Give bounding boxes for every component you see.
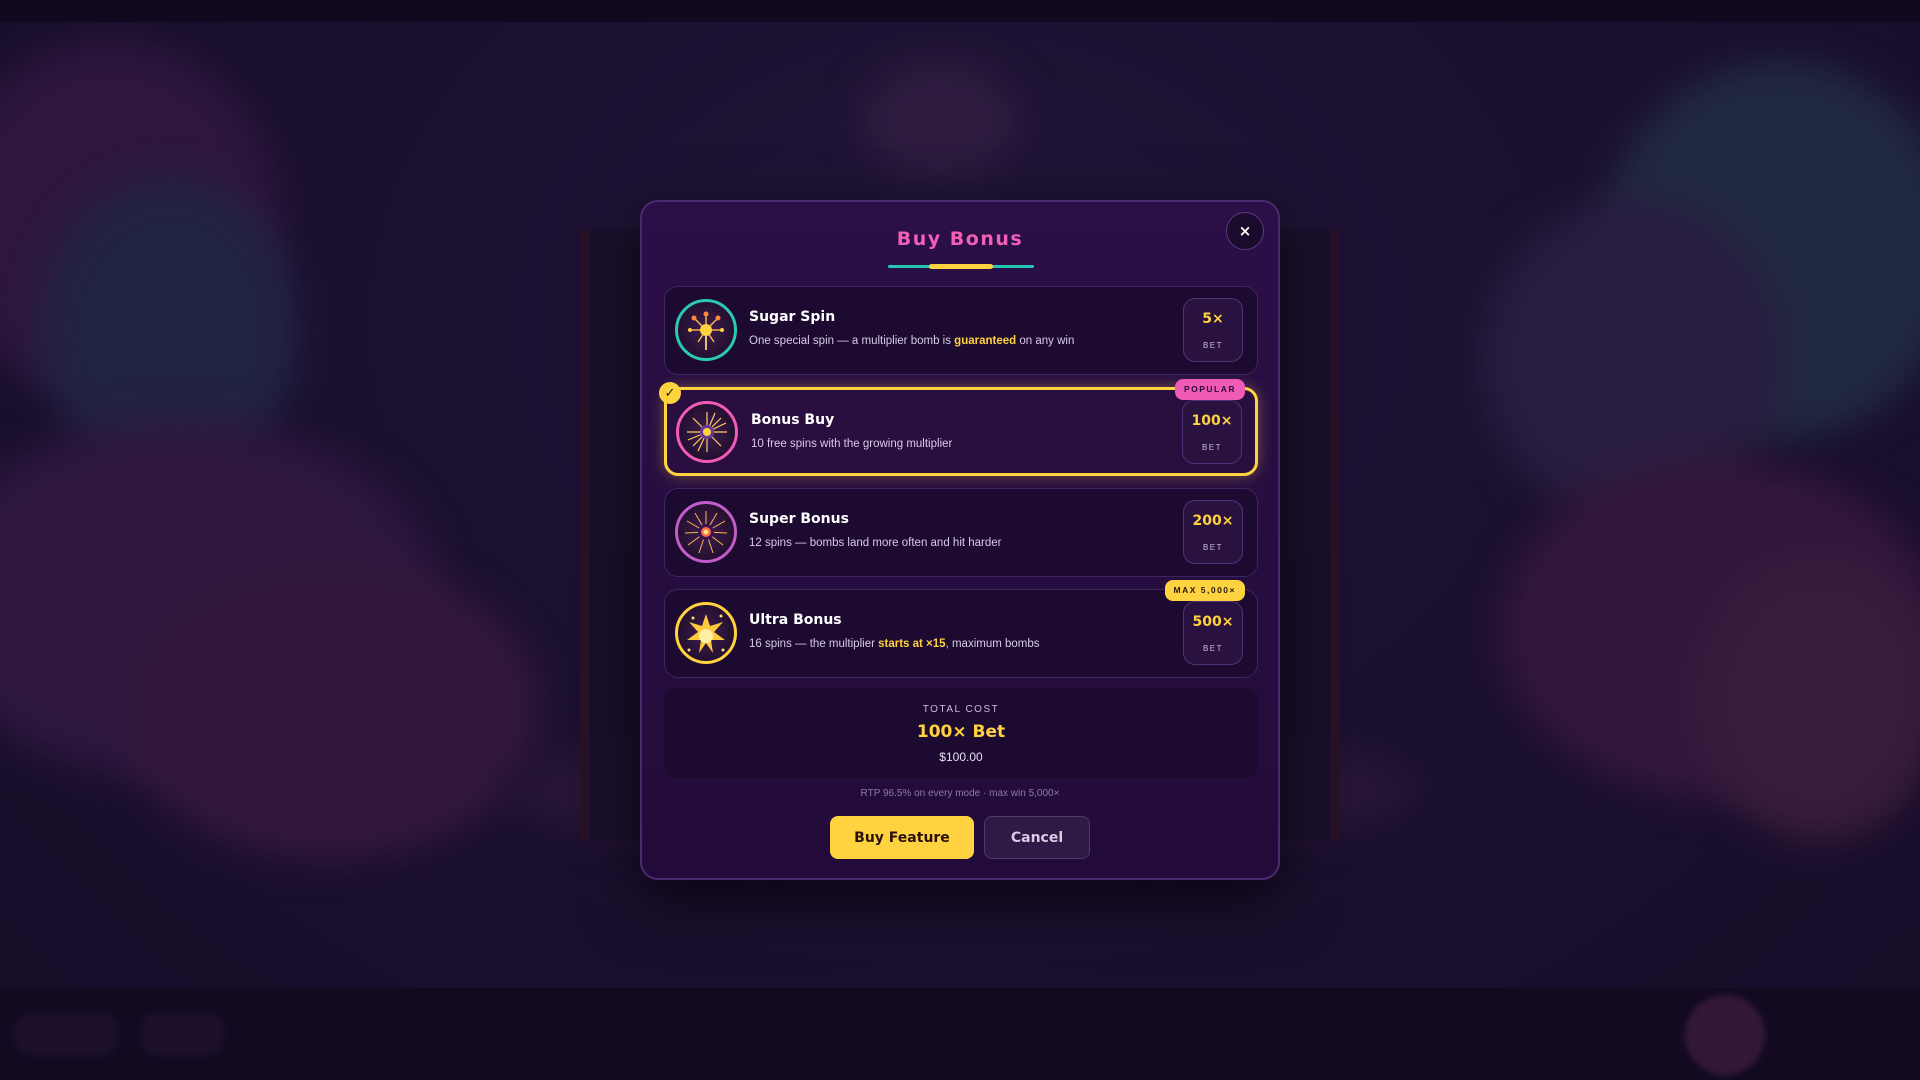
total-cost-label: TOTAL COST (922, 704, 1000, 715)
price-chip: 200× BET (1183, 500, 1243, 564)
buy-bonus-modal: Buy Bonus × Sugar Spin One special spin … (640, 200, 1280, 880)
option-name: Ultra Bonus (749, 612, 842, 628)
price-chip: 5× BET (1183, 298, 1243, 362)
rtp-note: RTP 96.5% on every mode · max win 5,000× (860, 788, 1060, 799)
option-name: Super Bonus (749, 511, 849, 527)
golden-explosion-icon (675, 602, 737, 664)
price-chip: 500× BET (1183, 601, 1243, 665)
lollipop-sparkler-icon (675, 299, 737, 361)
option-description: 12 spins — bombs land more often and hit… (749, 537, 1002, 549)
option-ultra-bonus[interactable]: Ultra Bonus 16 spins — the multiplier st… (664, 580, 1258, 678)
price-value: 100× (1191, 413, 1233, 429)
price-value: 200× (1192, 513, 1234, 529)
option-name: Sugar Spin (749, 309, 836, 325)
popular-badge: POPULAR (1174, 379, 1245, 400)
close-icon: × (1238, 222, 1252, 240)
price-value: 5× (1202, 311, 1224, 327)
sparkler-starburst-icon (675, 501, 737, 563)
cancel-button[interactable]: Cancel (984, 816, 1090, 859)
price-unit: BET (1202, 341, 1224, 350)
max-win-badge: MAX 5,000× (1164, 580, 1245, 601)
price-value: 500× (1192, 614, 1234, 630)
price-unit: BET (1202, 644, 1224, 653)
option-bonus-buy[interactable]: ✓ Bonus Buy 10 free spins with the growi… (659, 379, 1258, 476)
total-cost-money: $100.00 (939, 750, 983, 764)
option-name: Bonus Buy (751, 412, 835, 428)
total-cost-panel: TOTAL COST 100× Bet $100.00 (664, 688, 1258, 778)
close-button[interactable]: × (1226, 212, 1264, 250)
option-description: 16 spins — the multiplier starts at ×15,… (749, 638, 1040, 650)
option-description: One special spin — a multiplier bomb is … (749, 335, 1075, 347)
modal-title: Buy Bonus (896, 228, 1024, 250)
firework-burst-icon (676, 401, 738, 463)
option-super-bonus[interactable]: Super Bonus 12 spins — bombs land more o… (664, 488, 1258, 577)
price-chip: 100× BET (1182, 400, 1242, 464)
option-sugar-spin[interactable]: Sugar Spin One special spin — a multipli… (664, 286, 1258, 375)
price-unit: BET (1202, 543, 1224, 552)
selected-check-icon: ✓ (659, 382, 681, 404)
price-unit: BET (1201, 443, 1223, 452)
buy-feature-button[interactable]: Buy Feature (830, 816, 974, 859)
option-description: 10 free spins with the growing multiplie… (751, 438, 953, 450)
title-underline (888, 264, 1034, 269)
total-cost-value: 100× Bet (916, 722, 1006, 742)
